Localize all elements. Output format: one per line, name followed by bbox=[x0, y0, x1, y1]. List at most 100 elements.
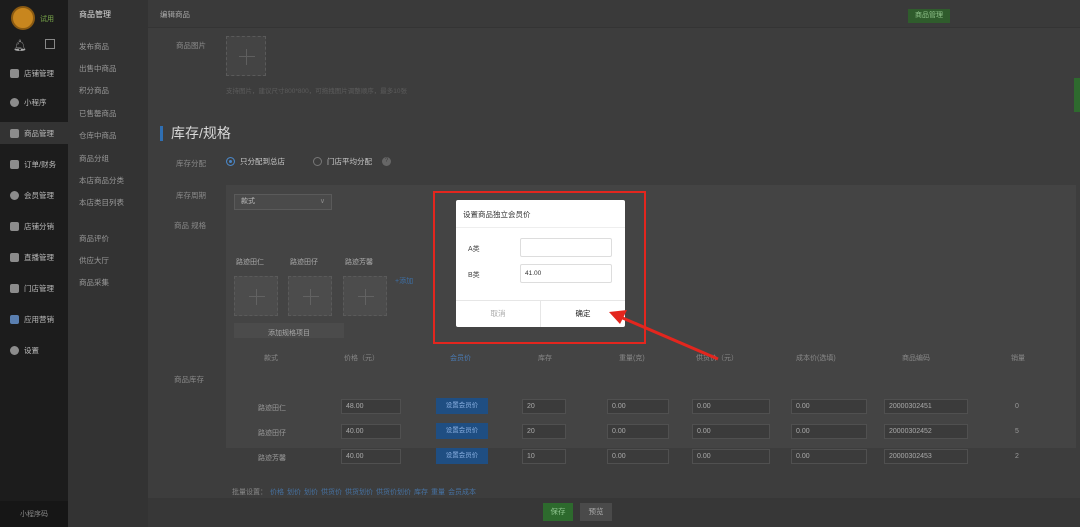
batch-link[interactable]: 价格 bbox=[270, 489, 284, 496]
batch-link[interactable]: 重量 bbox=[431, 489, 445, 496]
cost-input[interactable]: 0.00 bbox=[791, 399, 867, 414]
col-header: 价格（元） bbox=[344, 355, 379, 362]
cancel-button[interactable]: 取消 bbox=[456, 301, 540, 327]
supply-input[interactable]: 0.00 bbox=[692, 424, 770, 439]
stock-table-label: 商品库存 bbox=[174, 375, 204, 384]
code-input[interactable]: 20000302451 bbox=[884, 399, 968, 414]
sub-item[interactable]: 本店类目列表 bbox=[79, 197, 124, 208]
spec-select[interactable]: 款式 ∨ bbox=[234, 194, 332, 210]
dialog-title: 设置商品独立会员价 bbox=[463, 210, 531, 219]
batch-link[interactable]: 供货价划价 bbox=[376, 489, 411, 496]
spec-name: 路迹田仁 bbox=[236, 259, 264, 266]
user-icon bbox=[10, 190, 19, 200]
image-hint: 支持图片，建议尺寸800*800，可拖拽图片调整顺序，最多10张 bbox=[226, 88, 407, 95]
supply-input[interactable]: 0.00 bbox=[692, 399, 770, 414]
rail-item-shops[interactable]: 门店管理 bbox=[0, 277, 68, 299]
radio-main-store[interactable]: 只分配到总店 bbox=[226, 156, 285, 167]
stock-label: 库存分配 bbox=[176, 159, 206, 168]
batch-link[interactable]: 库存 bbox=[414, 489, 428, 496]
goods-manage-button[interactable]: 商品管理 bbox=[908, 9, 950, 23]
sub-item[interactable]: 已售罄商品 bbox=[79, 108, 117, 119]
section-title: 库存/规格 bbox=[171, 125, 231, 141]
rail-item-orders[interactable]: 订单/财务 bbox=[0, 153, 68, 175]
preview-button[interactable]: 预览 bbox=[580, 503, 612, 521]
batch-link[interactable]: 划价 bbox=[304, 489, 318, 496]
radio-average[interactable]: 门店平均分配 bbox=[313, 156, 372, 167]
code-input[interactable]: 20000302452 bbox=[884, 424, 968, 439]
set-member-price-button[interactable]: 设置会员价 bbox=[436, 398, 488, 414]
set-member-price-button[interactable]: 设置会员价 bbox=[436, 448, 488, 464]
price-input[interactable]: 40.00 bbox=[341, 449, 401, 464]
rail-item-marketing[interactable]: 应用营销 bbox=[0, 308, 68, 330]
batch-link[interactable]: 供货价 bbox=[321, 489, 342, 496]
col-header: 款式 bbox=[264, 355, 278, 362]
weight-input[interactable]: 0.00 bbox=[607, 449, 669, 464]
rail-item-members[interactable]: 会员管理 bbox=[0, 184, 68, 206]
store-logo[interactable] bbox=[11, 6, 35, 30]
cell-name: 路迹田仔 bbox=[258, 430, 286, 437]
batch-link[interactable]: 划价 bbox=[287, 489, 301, 496]
sub-sidebar: 商品管理 发布商品 出售中商品 积分商品 已售罄商品 仓库中商品 商品分组 本店… bbox=[68, 0, 148, 527]
supply-input[interactable]: 0.00 bbox=[692, 449, 770, 464]
class-b-price-input[interactable]: 41.00 bbox=[520, 264, 612, 283]
code-input[interactable]: 20000302453 bbox=[884, 449, 968, 464]
spec-image-upload[interactable] bbox=[343, 276, 387, 316]
image-upload[interactable] bbox=[226, 36, 266, 76]
sub-item[interactable]: 积分商品 bbox=[79, 85, 109, 96]
miniapp-code-button[interactable]: 小程序码 bbox=[0, 501, 68, 527]
rail-item-goods[interactable]: 商品管理 bbox=[0, 122, 68, 144]
rail-item-store[interactable]: 店铺管理 bbox=[0, 62, 68, 84]
cost-input[interactable]: 0.00 bbox=[791, 424, 867, 439]
stock-input[interactable]: 20 bbox=[522, 424, 566, 439]
rail-item-distribution[interactable]: 店铺分销 bbox=[0, 215, 68, 237]
cost-input[interactable]: 0.00 bbox=[791, 449, 867, 464]
rail-item-settings[interactable]: 设置 bbox=[0, 339, 68, 361]
rail-item-miniapp[interactable]: 小程序 bbox=[0, 91, 68, 113]
breadcrumb: 编辑商品 bbox=[160, 10, 190, 19]
spec-image-upload[interactable] bbox=[288, 276, 332, 316]
batch-link[interactable]: 会员成本 bbox=[448, 489, 476, 496]
sub-item[interactable]: 商品分组 bbox=[79, 153, 109, 164]
grid-icon[interactable] bbox=[45, 39, 55, 49]
rail-item-live[interactable]: 直播管理 bbox=[0, 246, 68, 268]
stock-input[interactable]: 20 bbox=[522, 399, 566, 414]
cell-name: 路迹芳馨 bbox=[258, 455, 286, 462]
weight-input[interactable]: 0.00 bbox=[607, 424, 669, 439]
spec-image-upload[interactable] bbox=[234, 276, 278, 316]
miniapp-icon bbox=[10, 97, 19, 107]
spec-name: 路迹芳馨 bbox=[345, 259, 373, 266]
side-scroll-handle[interactable] bbox=[1074, 78, 1080, 112]
radio-dot bbox=[226, 157, 235, 166]
weight-input[interactable]: 0.00 bbox=[607, 399, 669, 414]
sub-item[interactable]: 本店商品分类 bbox=[79, 175, 124, 186]
col-header: 成本价(选填) bbox=[796, 355, 836, 362]
sub-item[interactable]: 仓库中商品 bbox=[79, 130, 117, 141]
cell-sales: 5 bbox=[1015, 428, 1019, 435]
sub-item[interactable]: 发布商品 bbox=[79, 41, 109, 52]
sub-item[interactable]: 供应大厅 bbox=[79, 255, 109, 266]
sub-item[interactable]: 商品采集 bbox=[79, 277, 109, 288]
batch-settings: 批量设置： 价格 划价 划价 供货价 供货划价 供货价划价 库存 重量 会员成本 bbox=[232, 489, 476, 496]
help-icon[interactable]: ? bbox=[382, 157, 391, 166]
price-input[interactable]: 48.00 bbox=[341, 399, 401, 414]
price-input[interactable]: 40.00 bbox=[341, 424, 401, 439]
cycle-label: 库存周期 bbox=[176, 191, 206, 200]
image-label: 商品图片 bbox=[176, 41, 206, 50]
add-spec-value-link[interactable]: +添加 bbox=[395, 276, 413, 286]
set-member-price-button[interactable]: 设置会员价 bbox=[436, 423, 488, 439]
sub-item[interactable]: 出售中商品 bbox=[79, 63, 117, 74]
spec-name: 路迹田仔 bbox=[290, 259, 318, 266]
sub-item[interactable]: 商品评价 bbox=[79, 233, 109, 244]
goods-icon bbox=[10, 128, 19, 138]
store-icon bbox=[10, 68, 19, 78]
orders-icon bbox=[10, 159, 19, 169]
batch-link[interactable]: 供货划价 bbox=[345, 489, 373, 496]
bell-icon[interactable]: 🔔︎ bbox=[13, 39, 27, 52]
divider bbox=[456, 227, 625, 228]
sub-sidebar-title: 商品管理 bbox=[79, 10, 111, 19]
class-a-price-input[interactable] bbox=[520, 238, 612, 257]
live-icon bbox=[10, 252, 19, 262]
spec-label: 商品 规格 bbox=[174, 221, 207, 230]
save-button[interactable]: 保存 bbox=[543, 503, 573, 521]
stock-input[interactable]: 10 bbox=[522, 449, 566, 464]
